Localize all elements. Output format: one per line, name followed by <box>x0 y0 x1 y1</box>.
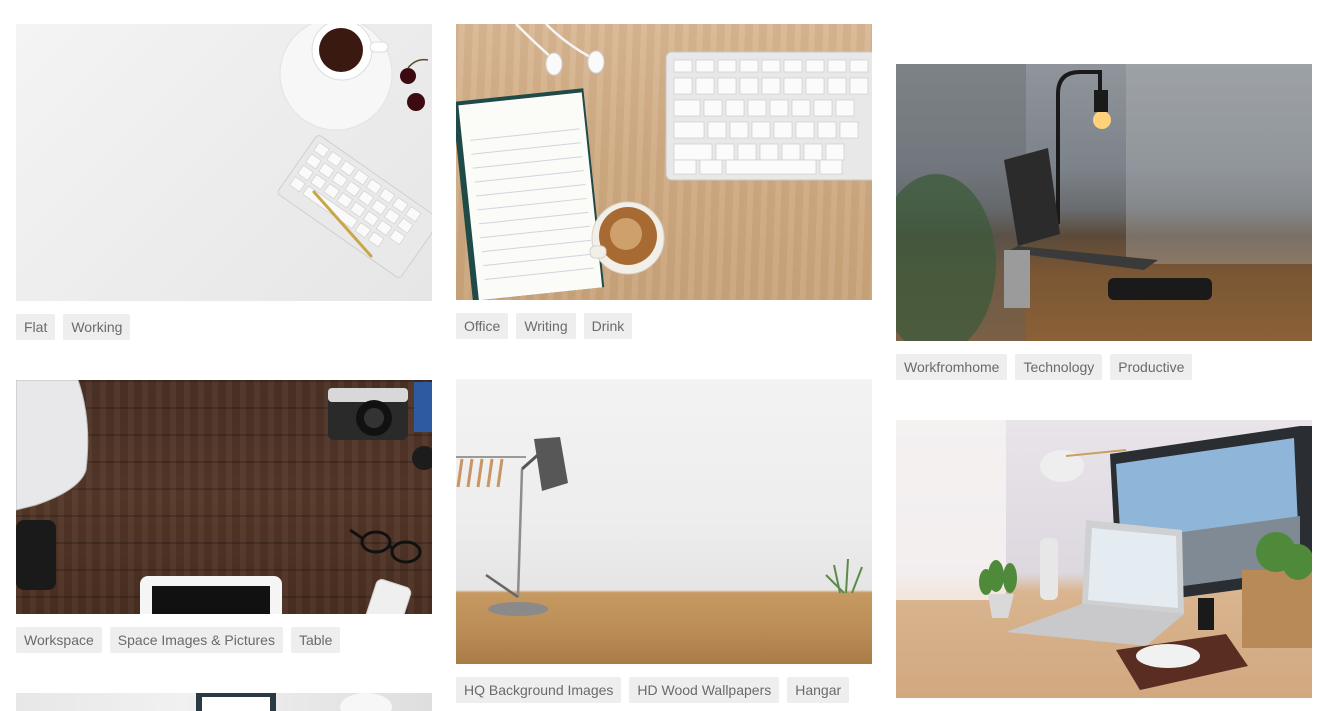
tag[interactable]: Table <box>290 627 341 653</box>
partial-photo-illustration <box>196 693 392 711</box>
gallery-card <box>16 693 432 711</box>
dark-wood-desk-illustration <box>16 380 432 614</box>
workspace-table-photo[interactable] <box>16 380 432 614</box>
dark-office-illustration <box>896 64 1312 341</box>
flat-desk-illustration <box>277 24 432 278</box>
tag[interactable]: Workfromhome <box>896 354 1008 380</box>
tag[interactable]: Working <box>63 314 131 340</box>
tag[interactable]: Productive <box>1110 354 1193 380</box>
gallery-card: Office Writing Drink <box>456 24 872 339</box>
gallery-card: HQ Background Images HD Wood Wallpapers … <box>456 379 872 703</box>
tag[interactable]: Writing <box>516 313 576 339</box>
tag-list: Office Writing Drink <box>456 313 633 339</box>
wood-desk-illustration <box>456 24 872 300</box>
gallery-card <box>896 420 1312 698</box>
tag[interactable]: Office <box>456 313 509 339</box>
photo-gallery: Flat Working Workspace Space Images & Pi… <box>0 0 1330 711</box>
wood-background-photo[interactable] <box>456 379 872 664</box>
tag-list: Flat Working <box>16 314 131 340</box>
tag[interactable]: HQ Background Images <box>456 677 622 703</box>
flat-working-photo[interactable] <box>16 24 432 301</box>
tag-list: Workfromhome Technology Productive <box>896 354 1193 380</box>
partial-photo[interactable] <box>16 693 432 711</box>
tag[interactable]: Technology <box>1015 354 1103 380</box>
lamp-table-illustration <box>456 437 863 616</box>
tag[interactable]: Drink <box>583 313 633 339</box>
gallery-card: Workspace Space Images & Pictures Table <box>16 380 432 653</box>
tag[interactable]: Space Images & Pictures <box>109 627 283 653</box>
tag-list: Workspace Space Images & Pictures Table <box>16 627 341 653</box>
tag[interactable]: HD Wood Wallpapers <box>629 677 780 703</box>
gallery-card: Workfromhome Technology Productive <box>896 64 1312 380</box>
office-writing-photo[interactable] <box>456 24 872 300</box>
desk-setup-photo[interactable] <box>896 420 1312 698</box>
tag-list: HQ Background Images HD Wood Wallpapers … <box>456 677 850 703</box>
tag[interactable]: Flat <box>16 314 56 340</box>
workfromhome-photo[interactable] <box>896 64 1312 341</box>
tag[interactable]: Workspace <box>16 627 102 653</box>
gallery-card: Flat Working <box>16 24 432 340</box>
tag[interactable]: Hangar <box>787 677 850 703</box>
desk-setup-illustration <box>896 420 1312 690</box>
